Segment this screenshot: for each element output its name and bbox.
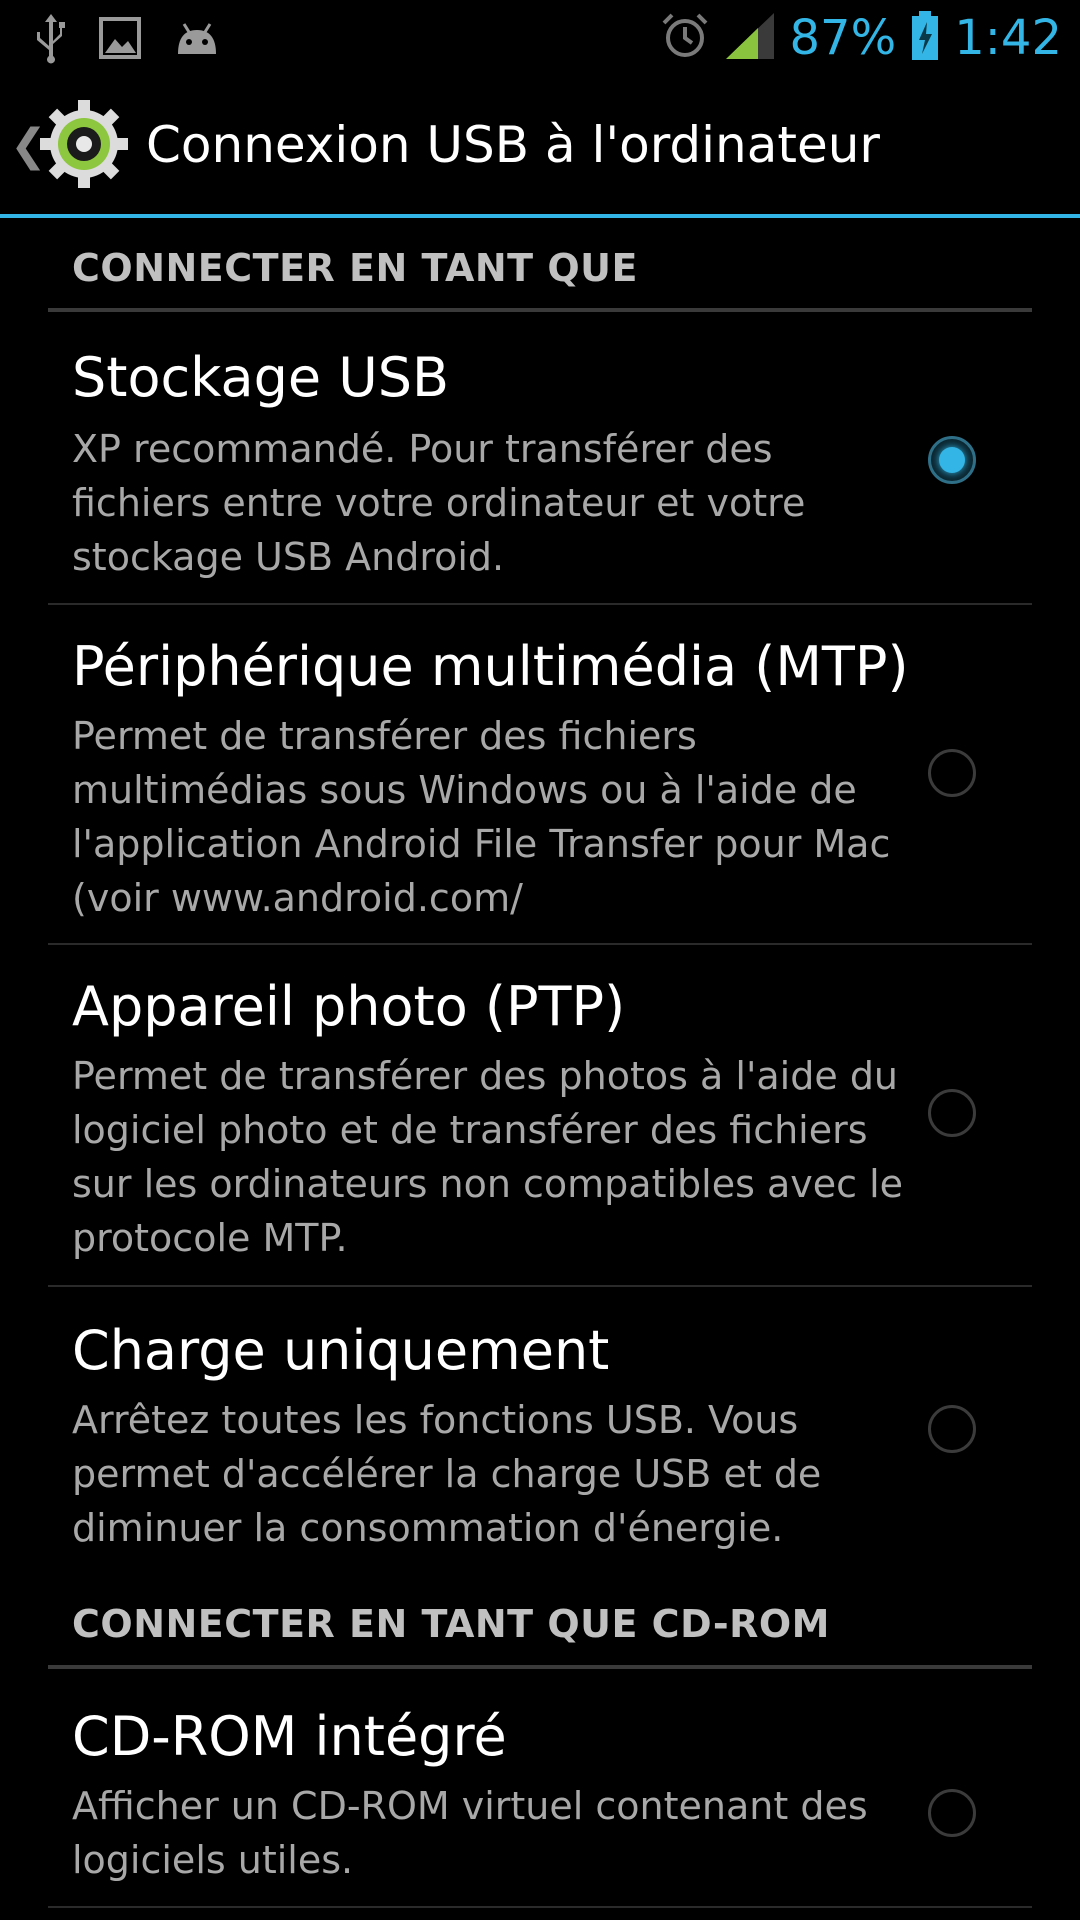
option-summary: XP recommandé. Pour transférer des fichi…: [72, 427, 806, 579]
radio-button[interactable]: [928, 749, 976, 797]
radio-button[interactable]: [928, 1089, 976, 1137]
android-icon: [172, 18, 222, 62]
action-bar[interactable]: ❮ Connexion USB à l'ordinateur: [0, 76, 1080, 214]
option-summary: Permet de transférer des fichiers multim…: [72, 714, 891, 920]
usb-icon: [34, 12, 68, 68]
option-ptp[interactable]: Appareil photo (PTP) Permet de transfére…: [48, 945, 1032, 1285]
settings-gear-icon[interactable]: [38, 98, 130, 190]
clock: 1:42: [954, 10, 1062, 66]
option-charge-only[interactable]: Charge uniquement Arrêtez toutes les fon…: [48, 1287, 1032, 1563]
section-header-connect-as-cdrom: CONNECTER EN TANT QUE CD-ROM: [72, 1602, 830, 1646]
option-mtp[interactable]: Périphérique multimédia (MTP) Permet de …: [48, 605, 1032, 943]
option-title: Périphérique multimédia (MTP): [72, 635, 909, 698]
radio-button[interactable]: [928, 1405, 976, 1453]
section-header-connect-as: CONNECTER EN TANT QUE: [72, 246, 638, 290]
option-usb-storage[interactable]: Stockage USB XP recommandé. Pour transfé…: [48, 312, 1032, 604]
action-bar-divider: [0, 214, 1080, 218]
image-icon: [98, 16, 142, 64]
signal-icon: [724, 11, 776, 65]
option-summary: Permet de transférer des photos à l'aide…: [72, 1054, 904, 1260]
alarm-icon: [660, 11, 710, 65]
page-title: Connexion USB à l'ordinateur: [146, 116, 880, 174]
radio-button[interactable]: [928, 1789, 976, 1837]
option-title: CD-ROM intégré: [72, 1705, 507, 1768]
option-title: Appareil photo (PTP): [72, 975, 626, 1038]
option-summary: Arrêtez toutes les fonctions USB. Vous p…: [72, 1398, 822, 1550]
status-bar: 87% 1:42: [0, 0, 1080, 76]
battery-percent: 87%: [789, 10, 897, 66]
system-status: 87% 1:42: [660, 8, 1062, 68]
radio-button[interactable]: [928, 436, 976, 484]
notification-icons: [34, 12, 222, 68]
option-title: Stockage USB: [72, 346, 450, 409]
option-summary: Afficher un CD-ROM virtuel contenant des…: [72, 1784, 868, 1882]
option-title: Charge uniquement: [72, 1319, 610, 1382]
option-integrated-cdrom[interactable]: CD-ROM intégré Afficher un CD-ROM virtue…: [48, 1669, 1032, 1905]
battery-icon: [910, 10, 940, 66]
list-divider: [48, 1906, 1032, 1908]
